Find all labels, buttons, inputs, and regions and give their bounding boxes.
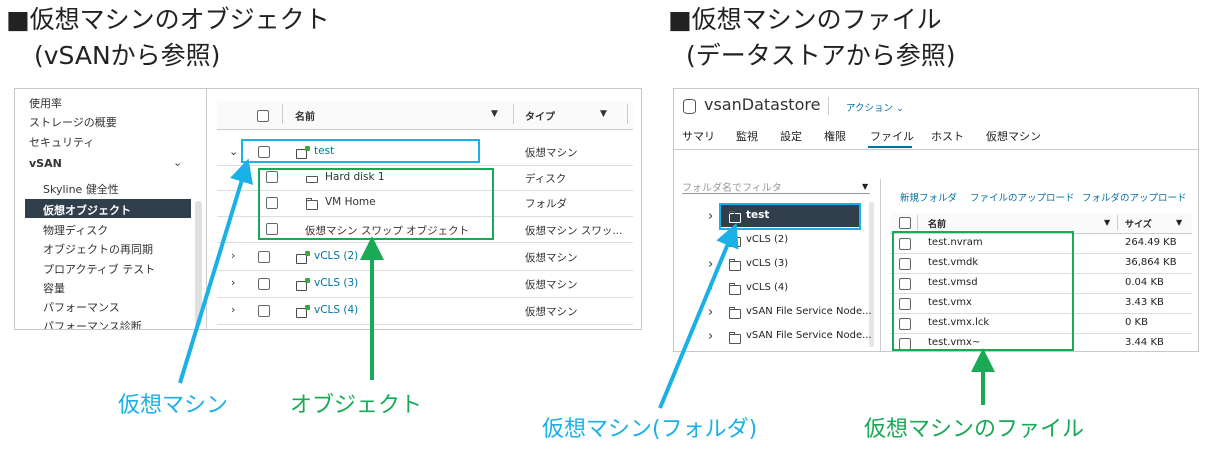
arrow-to-vm [178, 158, 253, 384]
arrow-to-vm-folder [658, 222, 739, 409]
arrows-overlay [178, 158, 995, 409]
